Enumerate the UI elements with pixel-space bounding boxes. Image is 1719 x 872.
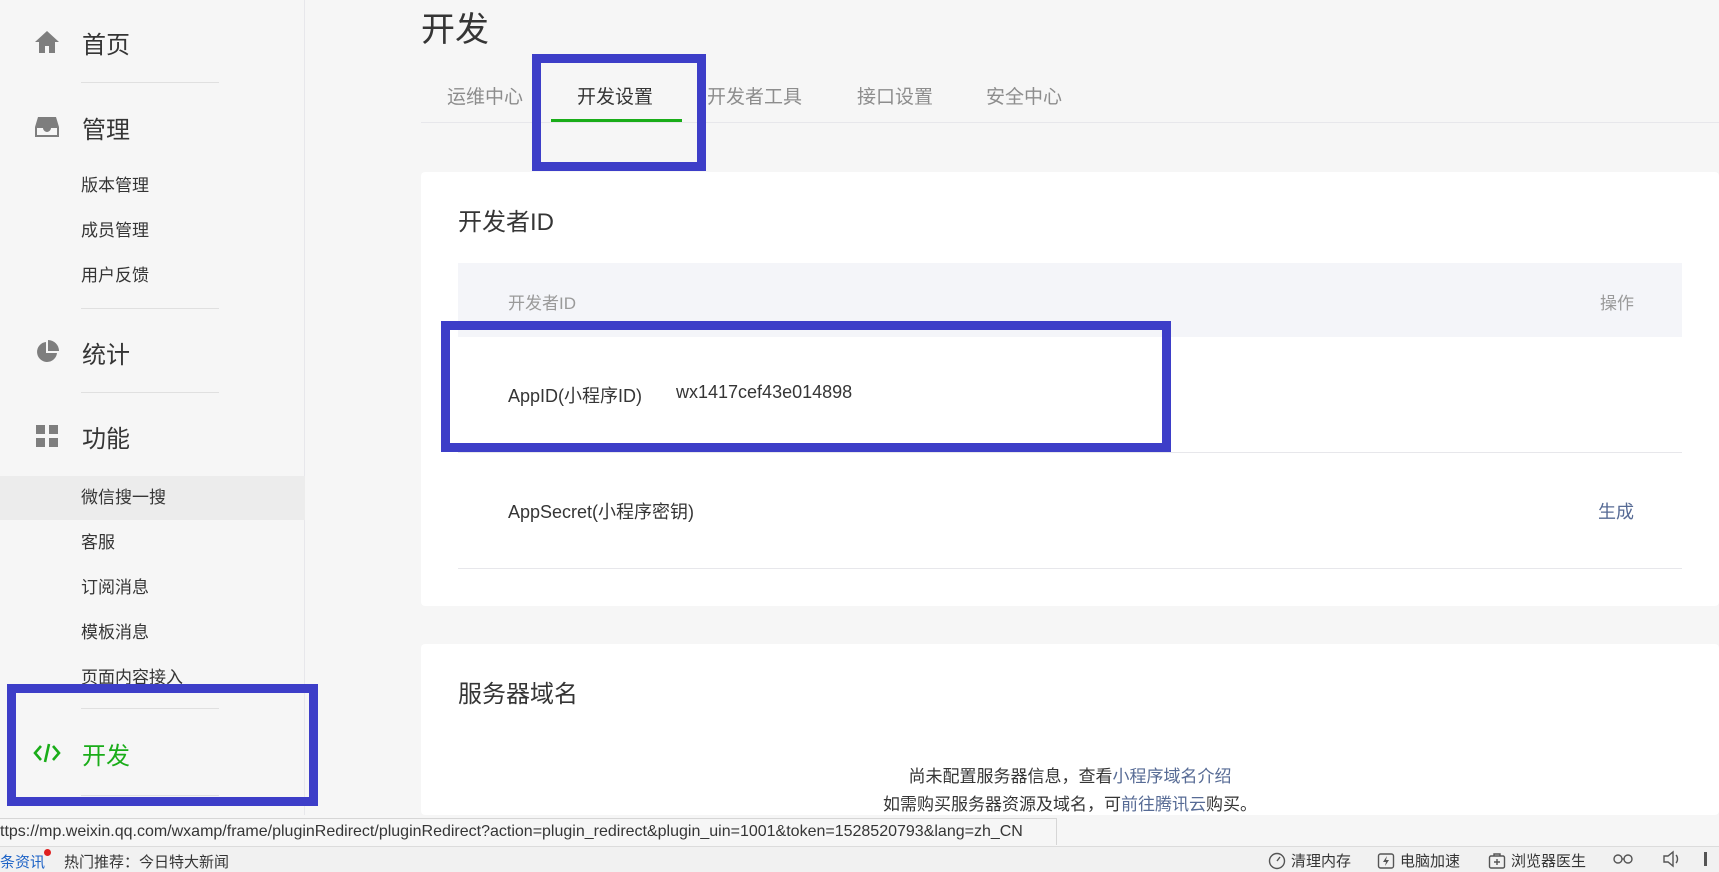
empty-tip-line1: 尚未配置服务器信息，查看小程序域名介绍 <box>421 762 1719 787</box>
sidebar-item-label: 统计 <box>82 341 130 369</box>
tip-text-suffix: 购买。 <box>1206 795 1257 814</box>
column-header-action: 操作 <box>1600 294 1634 313</box>
sidebar-subitem-version-management[interactable]: 版本管理 <box>81 173 149 199</box>
sidebar-subitem-subscribe-message[interactable]: 订阅消息 <box>81 575 149 601</box>
divider <box>81 308 219 309</box>
tool-label: 清理内存 <box>1291 853 1352 870</box>
sidebar-item-label: 管理 <box>82 116 130 144</box>
card-title: 开发者ID <box>458 209 554 236</box>
speaker-icon <box>1663 850 1679 868</box>
tencent-cloud-link[interactable]: 前往腾讯云 <box>1121 795 1206 814</box>
generate-secret-link[interactable]: 生成 <box>1598 498 1634 524</box>
headphone-settings-button[interactable] <box>1612 850 1639 868</box>
sidebar-subitem-customer-service[interactable]: 客服 <box>81 530 115 556</box>
column-header-dev-id: 开发者ID <box>508 294 576 313</box>
medkit-icon <box>1488 852 1506 869</box>
volume-button[interactable] <box>1662 850 1687 868</box>
table-row-appsecret: AppSecret(小程序密钥) 生成 <box>458 453 1682 569</box>
tab-security-center[interactable]: 安全中心 <box>986 82 1062 109</box>
server-domain-card: 服务器域名 尚未配置服务器信息，查看小程序域名介绍 如需购买服务器资源及域名，可… <box>421 644 1719 815</box>
highlight-box-dev-settings-tab <box>532 54 706 171</box>
tool-label: 浏览器医生 <box>1511 853 1587 870</box>
divider <box>81 392 219 393</box>
highlight-box-develop-nav <box>7 684 318 806</box>
glasses-icon <box>1613 854 1633 864</box>
sidebar-item-label: 首页 <box>82 31 130 59</box>
hot-recommend-link[interactable]: 热门推荐：今日特大新闻 <box>64 851 229 872</box>
sidebar-item-manage[interactable]: 管理 <box>32 107 130 147</box>
page-title: 开发 <box>421 11 489 49</box>
sidebar-item-features[interactable]: 功能 <box>32 416 130 456</box>
tab-ops-center[interactable]: 运维中心 <box>447 82 523 109</box>
grid-icon <box>32 421 62 451</box>
sidebar-subitem-wechat-search[interactable]: 微信搜一搜 <box>81 485 166 511</box>
divider <box>81 82 219 83</box>
domain-intro-link[interactable]: 小程序域名介绍 <box>1113 767 1232 786</box>
browser-doctor-button[interactable]: 浏览器医生 <box>1488 850 1586 871</box>
highlight-box-appid-row <box>441 321 1171 452</box>
tool-label: 电脑加速 <box>1400 853 1461 870</box>
clean-memory-button[interactable]: 清理内存 <box>1268 850 1351 871</box>
news-link[interactable]: 条资讯 <box>0 851 45 872</box>
sidebar-item-stats[interactable]: 统计 <box>32 332 130 372</box>
inbox-icon <box>32 112 62 142</box>
speedup-button[interactable]: 电脑加速 <box>1377 850 1460 871</box>
gauge-icon <box>1268 852 1286 869</box>
sidebar-subitem-user-feedback[interactable]: 用户反馈 <box>81 263 149 289</box>
tip-text: 尚未配置服务器信息，查看 <box>908 767 1113 786</box>
tip-text: 如需购买服务器资源及域名，可 <box>883 795 1121 814</box>
sidebar-item-home[interactable]: 首页 <box>32 22 130 62</box>
status-url-bar: ttps://mp.weixin.qq.com/wxamp/frame/plug… <box>0 818 1057 845</box>
notification-dot <box>44 849 51 856</box>
row-name: AppSecret(小程序密钥) <box>508 502 695 522</box>
home-icon <box>32 27 62 57</box>
sidebar-subitem-template-message[interactable]: 模板消息 <box>81 620 149 646</box>
card-title: 服务器域名 <box>458 681 578 708</box>
tab-dev-tools[interactable]: 开发者工具 <box>707 82 802 109</box>
tab-api-settings[interactable]: 接口设置 <box>857 82 933 109</box>
pie-chart-icon <box>32 337 62 367</box>
lightning-icon <box>1377 852 1395 869</box>
more-button[interactable] <box>1702 850 1719 868</box>
browser-bottom-bar: 条资讯 热门推荐：今日特大新闻 清理内存 电脑加速 浏览器医生 <box>0 846 1719 872</box>
sidebar-item-label: 功能 <box>82 425 130 453</box>
sidebar-subitem-member-management[interactable]: 成员管理 <box>81 218 149 244</box>
empty-tip-line2: 如需购买服务器资源及域名，可前往腾讯云购买。 <box>421 790 1719 815</box>
bar-icon <box>1704 852 1707 866</box>
